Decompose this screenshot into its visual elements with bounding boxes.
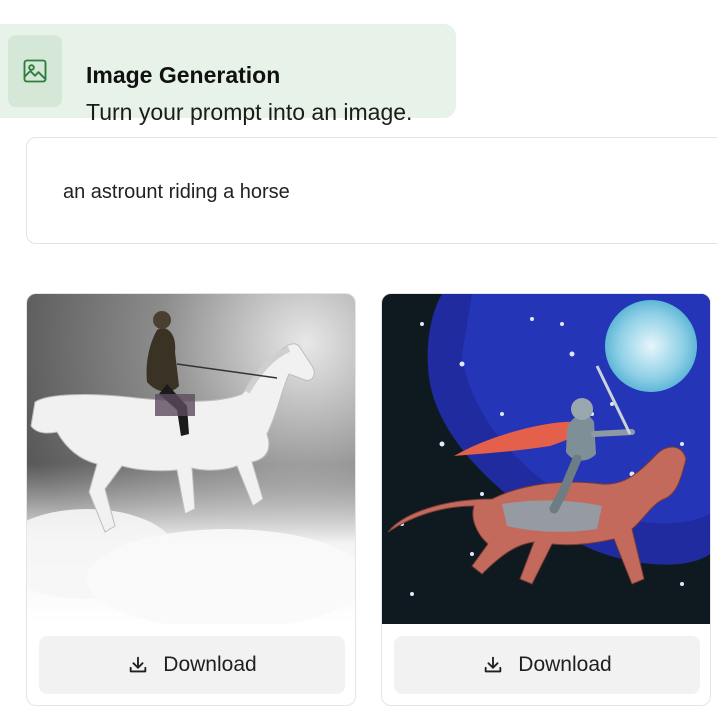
prompt-card: an astrount riding a horse: [26, 137, 717, 244]
result-card: Download: [26, 293, 356, 706]
page: Image Generation Turn your prompt into a…: [0, 0, 717, 716]
download-button[interactable]: Download: [39, 636, 345, 694]
download-label: Download: [163, 653, 257, 676]
download-button[interactable]: Download: [394, 636, 700, 694]
page-subtitle: Turn your prompt into an image.: [86, 99, 413, 125]
tool-header: Image Generation Turn your prompt into a…: [0, 24, 456, 124]
generated-image: [27, 294, 355, 624]
prompt-text: an astrount riding a horse: [63, 181, 290, 203]
page-title: Image Generation: [86, 62, 281, 88]
download-icon: [482, 654, 504, 676]
image-icon: [8, 35, 62, 107]
generated-image: [382, 294, 710, 624]
download-icon: [127, 654, 149, 676]
download-label: Download: [518, 653, 612, 676]
result-card: Download: [381, 293, 711, 706]
